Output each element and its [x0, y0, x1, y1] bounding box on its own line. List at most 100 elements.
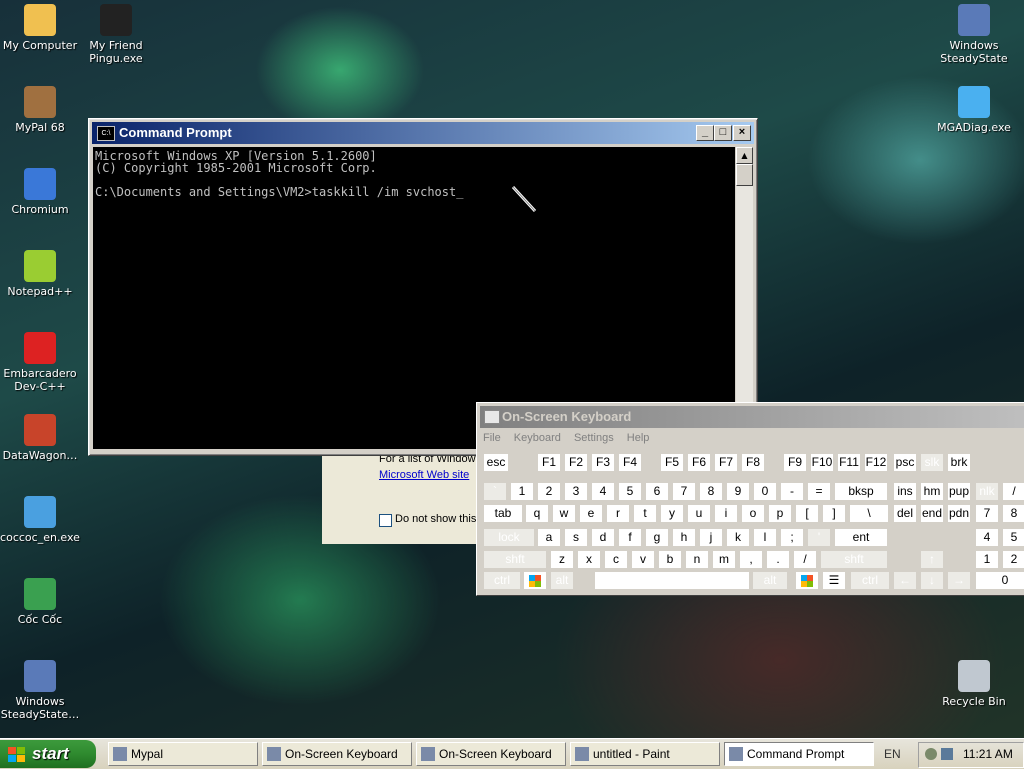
key-ctrl[interactable]: ctrl [483, 571, 521, 590]
key-3[interactable]: 3 [564, 482, 588, 501]
key-pdn[interactable]: pdn [947, 504, 971, 523]
key-lock[interactable]: lock [483, 528, 535, 547]
key-d[interactable]: d [591, 528, 615, 547]
key-[interactable]: \ [849, 504, 889, 523]
key-ins[interactable]: ins [893, 482, 917, 501]
key-space[interactable] [594, 571, 750, 590]
key-1[interactable]: 1 [975, 550, 999, 569]
start-button[interactable]: start [0, 740, 96, 768]
key-p[interactable]: p [768, 504, 792, 523]
key-[interactable]: . [766, 550, 790, 569]
close-button[interactable]: × [733, 125, 751, 141]
desktop-icon-my-computer[interactable]: My Computer [0, 4, 80, 52]
key-alt[interactable]: alt [550, 571, 574, 590]
key-v[interactable]: v [631, 550, 655, 569]
key-F11[interactable]: F11 [837, 453, 861, 472]
key-hm[interactable]: hm [920, 482, 944, 501]
desktop-icon-dev-cpp[interactable]: Embarcadero Dev-C++ [0, 332, 80, 393]
key-[interactable]: = [807, 482, 831, 501]
key-end[interactable]: end [920, 504, 944, 523]
key-2[interactable]: 2 [537, 482, 561, 501]
key-[interactable]: ] [822, 504, 846, 523]
key-b[interactable]: b [658, 550, 682, 569]
key-q[interactable]: q [525, 504, 549, 523]
maximize-button[interactable]: □ [714, 125, 732, 141]
key-F12[interactable]: F12 [864, 453, 888, 472]
key-ctrl[interactable]: ctrl [850, 571, 890, 590]
on-screen-keyboard-window[interactable]: On-Screen Keyboard File Keyboard Setting… [476, 402, 1024, 596]
key-l[interactable]: l [753, 528, 777, 547]
key-F5[interactable]: F5 [660, 453, 684, 472]
menu-help[interactable]: Help [627, 432, 650, 444]
key-h[interactable]: h [672, 528, 696, 547]
key-z[interactable]: z [550, 550, 574, 569]
key-[interactable]: - [780, 482, 804, 501]
key-1[interactable]: 1 [510, 482, 534, 501]
key-F1[interactable]: F1 [537, 453, 561, 472]
key-i[interactable]: i [714, 504, 738, 523]
desktop-icon-steadystate[interactable]: Windows SteadyState… [0, 660, 80, 721]
key-7[interactable]: 7 [672, 482, 696, 501]
key-4[interactable]: 4 [975, 528, 999, 547]
key-c[interactable]: c [604, 550, 628, 569]
taskbar-item[interactable]: On-Screen Keyboard [416, 742, 566, 766]
key-[interactable]: ↓ [920, 571, 944, 590]
scroll-thumb[interactable] [736, 164, 753, 186]
key-shft[interactable]: shft [483, 550, 547, 569]
key-0[interactable]: 0 [975, 571, 1024, 590]
clock[interactable]: 11:21 AM [963, 743, 1013, 765]
key-shft[interactable]: shft [820, 550, 888, 569]
key-8[interactable]: 8 [699, 482, 723, 501]
desktop-icon-notepad-plus-plus[interactable]: Notepad++ [0, 250, 80, 298]
key-ent[interactable]: ent [834, 528, 888, 547]
key-F8[interactable]: F8 [741, 453, 765, 472]
key-[interactable]: / [1002, 482, 1024, 501]
key-[interactable]: , [739, 550, 763, 569]
menu-file[interactable]: File [483, 432, 501, 444]
dialog-link[interactable]: Microsoft Web site [379, 469, 469, 481]
key-y[interactable]: y [660, 504, 684, 523]
language-indicator[interactable]: EN [884, 742, 901, 766]
taskbar-item[interactable]: untitled - Paint [570, 742, 720, 766]
desktop-icon-installer[interactable]: coccoc_en.exe [0, 496, 80, 544]
desktop-icon-mypal[interactable]: MyPal 68 [0, 86, 80, 134]
key-nlk[interactable]: nlk [975, 482, 999, 501]
key-bksp[interactable]: bksp [834, 482, 888, 501]
desktop-icon-pingu[interactable]: My Friend Pingu.exe [76, 4, 156, 65]
key-menu[interactable]: ☰ [822, 571, 846, 590]
key-psc[interactable]: psc [893, 453, 917, 472]
key-F10[interactable]: F10 [810, 453, 834, 472]
key-brk[interactable]: brk [947, 453, 971, 472]
key-2[interactable]: 2 [1002, 550, 1024, 569]
key-n[interactable]: n [685, 550, 709, 569]
key-5[interactable]: 5 [1002, 528, 1024, 547]
key-r[interactable]: r [606, 504, 630, 523]
desktop-icon-chromium[interactable]: Chromium [0, 168, 80, 216]
key-[interactable]: ← [893, 571, 917, 590]
desktop-icon-recycle-bin[interactable]: Recycle Bin [934, 660, 1014, 708]
key-w[interactable]: w [552, 504, 576, 523]
key-tab[interactable]: tab [483, 504, 523, 523]
key-[interactable]: → [947, 571, 971, 590]
key-0[interactable]: 0 [753, 482, 777, 501]
key-F2[interactable]: F2 [564, 453, 588, 472]
taskbar-item[interactable]: On-Screen Keyboard [262, 742, 412, 766]
key-7[interactable]: 7 [975, 504, 999, 523]
desktop-icon-mgadiag[interactable]: MGADiag.exe [934, 86, 1014, 134]
key-t[interactable]: t [633, 504, 657, 523]
key-F4[interactable]: F4 [618, 453, 642, 472]
key-f[interactable]: f [618, 528, 642, 547]
key-u[interactable]: u [687, 504, 711, 523]
key-[interactable]: [ [795, 504, 819, 523]
key-pup[interactable]: pup [947, 482, 971, 501]
desktop-icon-datawagon[interactable]: DataWagon… [0, 414, 80, 462]
key-j[interactable]: j [699, 528, 723, 547]
key-windows[interactable] [795, 571, 819, 590]
tray-network-icon[interactable] [925, 748, 937, 760]
desktop-icon-coccoc[interactable]: Cốc Cốc [0, 578, 80, 626]
key-4[interactable]: 4 [591, 482, 615, 501]
key-5[interactable]: 5 [618, 482, 642, 501]
key-[interactable]: ↑ [920, 550, 944, 569]
key-F3[interactable]: F3 [591, 453, 615, 472]
taskbar-item[interactable]: Command Prompt [724, 742, 874, 766]
